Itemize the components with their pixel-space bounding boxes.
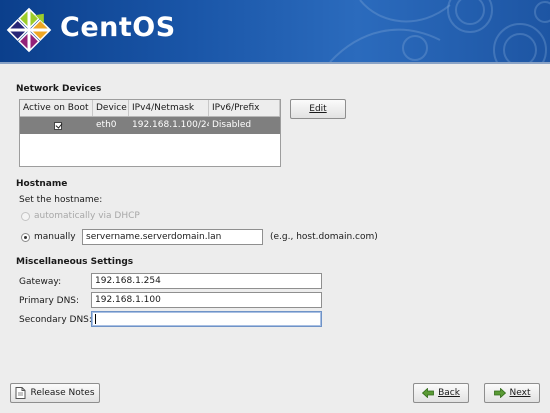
table-header: Active on Boot Device IPv4/Netmask IPv6/… — [20, 100, 280, 117]
arrow-left-icon — [422, 388, 434, 398]
next-label: Next — [509, 388, 531, 398]
primary-dns-label: Primary DNS: — [19, 296, 80, 306]
back-label: Back — [438, 388, 460, 398]
secondary-dns-label: Secondary DNS: — [19, 315, 92, 325]
active-on-boot-checkbox[interactable] — [54, 121, 62, 130]
network-devices-table[interactable]: Active on Boot Device IPv4/Netmask IPv6/… — [19, 99, 281, 167]
brand-name: CentOS — [60, 12, 176, 43]
centos-banner: CentOS — [0, 0, 550, 62]
network-devices-title: Network Devices — [16, 84, 102, 94]
manual-radio[interactable] — [21, 233, 30, 242]
arrow-right-icon — [493, 388, 506, 398]
auto-dhcp-radio[interactable] — [21, 212, 30, 221]
auto-dhcp-label[interactable]: automatically via DHCP — [34, 211, 140, 221]
manual-label[interactable]: manually — [34, 232, 76, 242]
edit-button[interactable]: Edit — [290, 99, 346, 119]
banner-divider — [0, 62, 550, 64]
centos-logo-icon — [6, 7, 52, 53]
edit-button-label: Edit — [309, 104, 327, 114]
column-header-ipv4[interactable]: IPv4/Netmask — [129, 100, 209, 116]
primary-dns-input[interactable]: 192.168.1.100 — [91, 292, 322, 308]
hostname-title: Hostname — [16, 179, 68, 189]
next-button[interactable]: Next — [484, 383, 540, 403]
ipv6-cell: Disabled — [212, 120, 252, 130]
gateway-input[interactable]: 192.168.1.254 — [91, 273, 322, 289]
gateway-label: Gateway: — [19, 277, 62, 287]
secondary-dns-input[interactable] — [91, 311, 322, 327]
hostname-input[interactable]: servername.serverdomain.lan — [82, 229, 263, 245]
release-notes-label: Release Notes — [30, 388, 95, 398]
text-caret — [95, 313, 96, 324]
device-cell: eth0 — [96, 120, 117, 130]
back-button[interactable]: Back — [413, 383, 469, 403]
column-header-device[interactable]: Device — [93, 100, 129, 116]
document-icon — [15, 387, 26, 399]
misc-settings-title: Miscellaneous Settings — [16, 257, 134, 267]
set-hostname-label: Set the hostname: — [19, 195, 103, 205]
column-header-active[interactable]: Active on Boot — [20, 100, 93, 116]
column-header-ipv6[interactable]: IPv6/Prefix — [209, 100, 280, 116]
hostname-hint: (e.g., host.domain.com) — [270, 232, 378, 242]
release-notes-button[interactable]: Release Notes — [10, 383, 100, 403]
table-row[interactable]: eth0 192.168.1.100/24 Disabled — [20, 117, 280, 134]
active-on-boot-cell[interactable] — [20, 117, 93, 134]
ipv4-cell: 192.168.1.100/24 — [132, 120, 209, 130]
